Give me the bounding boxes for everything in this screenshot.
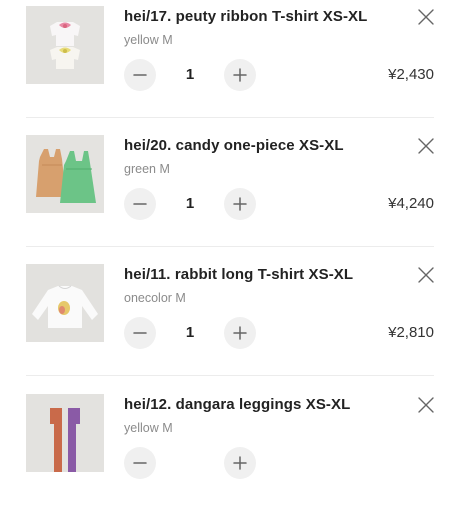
item-divider [26, 246, 434, 247]
leggings-photo-icon [26, 394, 104, 472]
product-name[interactable]: hei/20. candy one-piece XS-XL [124, 137, 344, 154]
item-divider [26, 117, 434, 118]
close-icon [418, 9, 434, 25]
decrease-quantity-button[interactable] [124, 447, 156, 479]
remove-item-button[interactable] [417, 137, 435, 155]
minus-icon [133, 203, 147, 205]
cart-item: hei/20. candy one-piece XS-XL green M 1 … [0, 129, 460, 259]
increase-quantity-button[interactable] [224, 317, 256, 349]
product-thumbnail[interactable] [26, 6, 104, 84]
cart-item: hei/17. peuty ribbon T-shirt XS-XL yello… [0, 0, 460, 130]
product-thumbnail[interactable] [26, 394, 104, 472]
close-icon [418, 267, 434, 283]
item-price: ¥2,430 [388, 66, 434, 83]
item-price: ¥2,810 [388, 324, 434, 341]
remove-item-button[interactable] [417, 8, 435, 26]
product-name[interactable]: hei/17. peuty ribbon T-shirt XS-XL [124, 8, 367, 25]
cart-item: hei/11. rabbit long T-shirt XS-XL onecol… [0, 258, 460, 388]
increase-quantity-button[interactable] [224, 188, 256, 220]
quantity-value: 1 [185, 195, 195, 212]
plus-icon [233, 456, 247, 470]
product-thumbnail[interactable] [26, 264, 104, 342]
plus-icon [233, 326, 247, 340]
product-variant: yellow M [124, 33, 173, 47]
plus-icon [233, 68, 247, 82]
dress-photo-icon [26, 135, 104, 213]
quantity-value: 1 [185, 324, 195, 341]
remove-item-button[interactable] [417, 396, 435, 414]
product-thumbnail[interactable] [26, 135, 104, 213]
item-price: ¥4,240 [388, 195, 434, 212]
item-divider [26, 375, 434, 376]
plus-icon [233, 197, 247, 211]
cart-item: hei/12. dangara leggings XS-XL yellow M [0, 388, 460, 518]
tshirt-photo-icon [26, 6, 104, 84]
decrease-quantity-button[interactable] [124, 59, 156, 91]
product-variant: onecolor M [124, 291, 186, 305]
close-icon [418, 397, 434, 413]
minus-icon [133, 332, 147, 334]
product-name[interactable]: hei/11. rabbit long T-shirt XS-XL [124, 266, 353, 283]
increase-quantity-button[interactable] [224, 59, 256, 91]
product-variant: yellow M [124, 421, 173, 435]
product-variant: green M [124, 162, 170, 176]
close-icon [418, 138, 434, 154]
decrease-quantity-button[interactable] [124, 317, 156, 349]
cart-list: hei/17. peuty ribbon T-shirt XS-XL yello… [0, 0, 460, 479]
increase-quantity-button[interactable] [224, 447, 256, 479]
minus-icon [133, 74, 147, 76]
minus-icon [133, 462, 147, 464]
product-name[interactable]: hei/12. dangara leggings XS-XL [124, 396, 350, 413]
quantity-value: 1 [185, 66, 195, 83]
remove-item-button[interactable] [417, 266, 435, 284]
decrease-quantity-button[interactable] [124, 188, 156, 220]
long-tshirt-photo-icon [26, 264, 104, 342]
